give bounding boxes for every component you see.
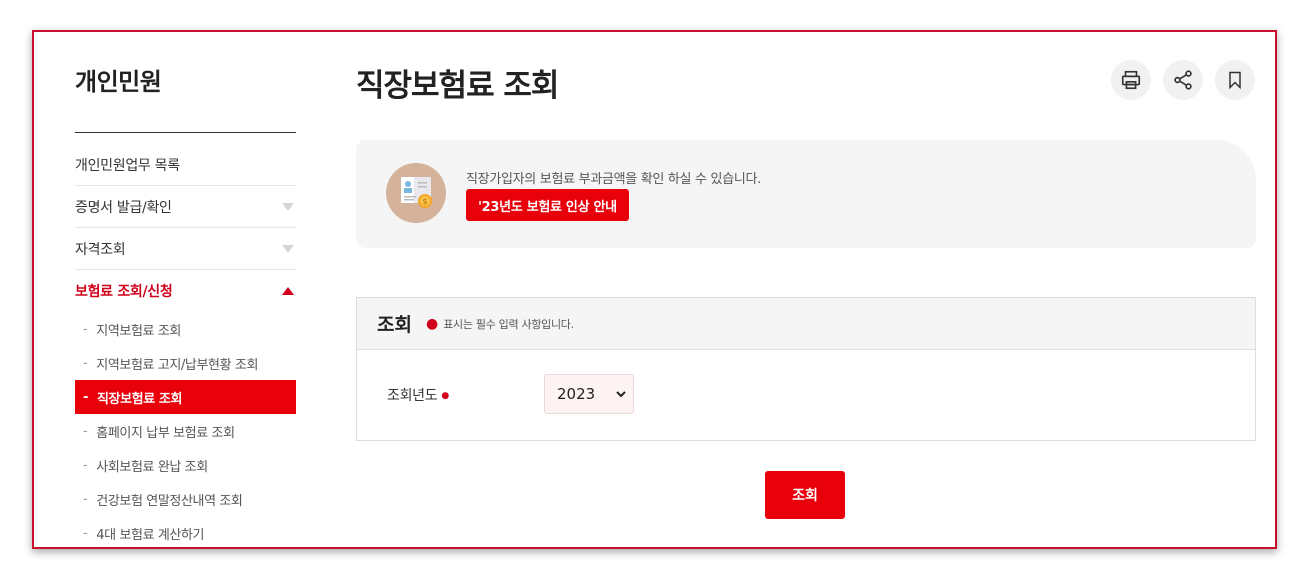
info-panel: $ 직장가입자의 보험료 부과금액을 확인 하실 수 있습니다. '23년도 보… [356, 140, 1256, 248]
print-button[interactable] [1111, 60, 1151, 100]
dash-icon: - [83, 355, 88, 371]
page-title: 직장보험료 조회 [356, 68, 559, 104]
search-button[interactable]: 조회 [765, 471, 845, 519]
dash-icon: - [83, 525, 88, 541]
submenu-item-label: 지역보험료 조회 [96, 323, 181, 339]
sidebar-item-label: 자격조회 [75, 241, 126, 258]
year-label-text: 조회년도 [387, 388, 438, 404]
sidebar-title: 개인민원 [75, 68, 162, 96]
chevron-up-icon [282, 287, 294, 295]
premium-increase-notice-button[interactable]: '23년도 보험료 인상 안내 [466, 189, 629, 221]
share-button[interactable] [1163, 60, 1203, 100]
submenu-item-label: 사회보험료 완납 조회 [96, 459, 208, 475]
submenu-item-label: 직장보험료 조회 [97, 391, 183, 407]
sidebar-submenu: - 지역보험료 조회 - 지역보험료 고지/납부현황 조회 - 직장보험료 조회… [75, 312, 296, 547]
sidebar-item-premium[interactable]: 보험료 조회/신청 [75, 270, 296, 312]
share-icon [1174, 70, 1192, 90]
document-coin-icon: $ [386, 163, 446, 223]
submenu-item-label: 지역보험료 고지/납부현황 조회 [96, 357, 259, 373]
svg-text:$: $ [422, 197, 427, 206]
sidebar-item-label: 보험료 조회/신청 [75, 284, 173, 300]
submenu-item-year-end[interactable]: - 건강보험 연말정산내역 조회 [75, 482, 296, 516]
submenu-item-workplace-premium[interactable]: - 직장보험료 조회 [75, 380, 296, 414]
sidebar-item-label: 개인민원업무 목록 [75, 157, 180, 174]
year-label: 조회년도 ● [387, 385, 454, 405]
dash-icon: - [83, 321, 88, 337]
chevron-down-icon [282, 244, 294, 253]
submenu-item-label: 건강보험 연말정산내역 조회 [96, 493, 243, 509]
submenu-item-homepage-payment[interactable]: - 홈페이지 납부 보험료 조회 [75, 414, 296, 448]
submenu-item-label: 홈페이지 납부 보험료 조회 [96, 425, 235, 441]
dash-icon: - [83, 457, 88, 473]
bookmark-icon [1229, 71, 1241, 90]
required-dot-icon: ● [425, 315, 439, 332]
printer-icon [1121, 70, 1141, 90]
bookmark-button[interactable] [1215, 60, 1255, 100]
chevron-down-icon [282, 202, 294, 211]
submenu-item-full-payment[interactable]: - 사회보험료 완납 조회 [75, 448, 296, 482]
sidebar-menu: 개인민원업무 목록 증명서 발급/확인 자격조회 보험료 조회/신청 - 지역보… [75, 144, 296, 547]
submenu-item-regional-billing[interactable]: - 지역보험료 고지/납부현황 조회 [75, 346, 296, 380]
query-form-header: 조회 ● 표시는 필수 입력 사항입니다. [357, 298, 1255, 350]
submenu-item-calculator[interactable]: - 4대 보험료 계산하기 [75, 516, 296, 547]
required-dot-icon: ● [441, 391, 449, 401]
info-text: 직장가입자의 보험료 부과금액을 확인 하실 수 있습니다. [466, 172, 762, 187]
query-year-row: 조회년도 ● 2023 [357, 350, 1255, 440]
year-select[interactable]: 2023 [544, 374, 634, 414]
sidebar-item-civil-list[interactable]: 개인민원업무 목록 [75, 144, 296, 186]
submenu-item-label: 4대 보험료 계산하기 [96, 527, 205, 543]
year-select-value: 2023 [557, 385, 596, 403]
sidebar-divider [75, 132, 296, 133]
sidebar-item-label: 증명서 발급/확인 [75, 199, 172, 216]
chevron-down-icon [616, 391, 626, 398]
dash-icon: - [83, 423, 88, 439]
submenu-item-regional-premium[interactable]: - 지역보험료 조회 [75, 312, 296, 346]
page-frame: 개인민원 개인민원업무 목록 증명서 발급/확인 자격조회 보험료 조회/신청 … [32, 30, 1277, 549]
sidebar-item-certificates[interactable]: 증명서 발급/확인 [75, 186, 296, 228]
sidebar-item-qualification[interactable]: 자격조회 [75, 228, 296, 270]
dash-icon: - [83, 491, 88, 507]
required-note: 표시는 필수 입력 사항입니다. [443, 317, 574, 331]
dash-icon: - [83, 389, 88, 405]
query-form-title: 조회 [377, 314, 412, 336]
query-form: 조회 ● 표시는 필수 입력 사항입니다. 조회년도 ● 2023 [356, 297, 1256, 441]
